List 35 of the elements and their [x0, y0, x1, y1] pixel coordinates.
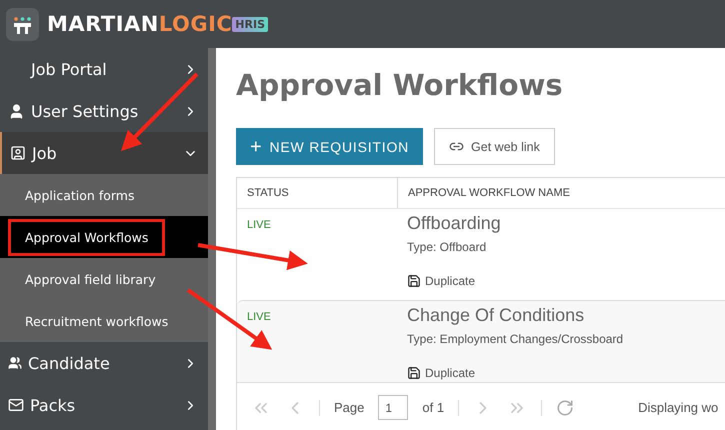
logo-text: MARTIAN — [47, 12, 159, 36]
submenu-item[interactable]: Recruitment workflows — [8, 302, 186, 340]
page-input[interactable]: 1 — [378, 395, 408, 420]
duplicate-link[interactable]: Duplicate — [407, 274, 476, 288]
submenu-item[interactable]: Approval Workflows — [8, 218, 166, 256]
page-label: Page — [334, 400, 364, 415]
status-text: LIVE — [246, 310, 272, 323]
workflow-type: Type: Offboard — [407, 240, 488, 254]
id-badge-icon — [10, 145, 26, 161]
logo-badge: HRIS — [232, 16, 268, 32]
page-title: Approval Workflows — [236, 68, 564, 102]
status-text: LIVE — [246, 218, 272, 231]
user-icon — [8, 102, 25, 120]
table-row[interactable]: LIVE Change Of Conditions Type: Employment Changes/Crossboard Duplicate — [237, 300, 725, 382]
web-link-button[interactable]: Get web link — [434, 128, 555, 165]
duplicate-link[interactable]: Duplicate — [407, 366, 476, 380]
display-info: Displaying wo — [638, 400, 718, 415]
scrollbar[interactable] — [208, 48, 216, 430]
workflow-type: Type: Employment Changes/Crossboard — [407, 332, 624, 346]
sidebar-item[interactable]: Job — [0, 132, 208, 174]
mail-icon — [8, 397, 24, 413]
submenu-item[interactable]: Approval field library — [8, 260, 173, 298]
logo-icon — [6, 8, 39, 40]
page-count: of 1 — [422, 400, 444, 415]
refresh-icon[interactable] — [556, 398, 574, 416]
sidebar-item[interactable]: Candidate — [0, 342, 208, 384]
workflow-name: Change Of Conditions — [407, 305, 586, 326]
workflow-name: Offboarding — [407, 213, 502, 234]
sidebar-item[interactable]: User Settings — [0, 90, 208, 132]
users-icon — [8, 356, 22, 370]
new-requisition-button[interactable]: + NEW REQUISITION — [236, 128, 424, 165]
sidebar-item[interactable]: Job Portal — [0, 48, 208, 90]
sidebar-item[interactable]: Packs — [0, 384, 208, 426]
submenu-item[interactable]: Application forms — [8, 176, 152, 214]
logo-text: LOGIC — [158, 12, 232, 36]
